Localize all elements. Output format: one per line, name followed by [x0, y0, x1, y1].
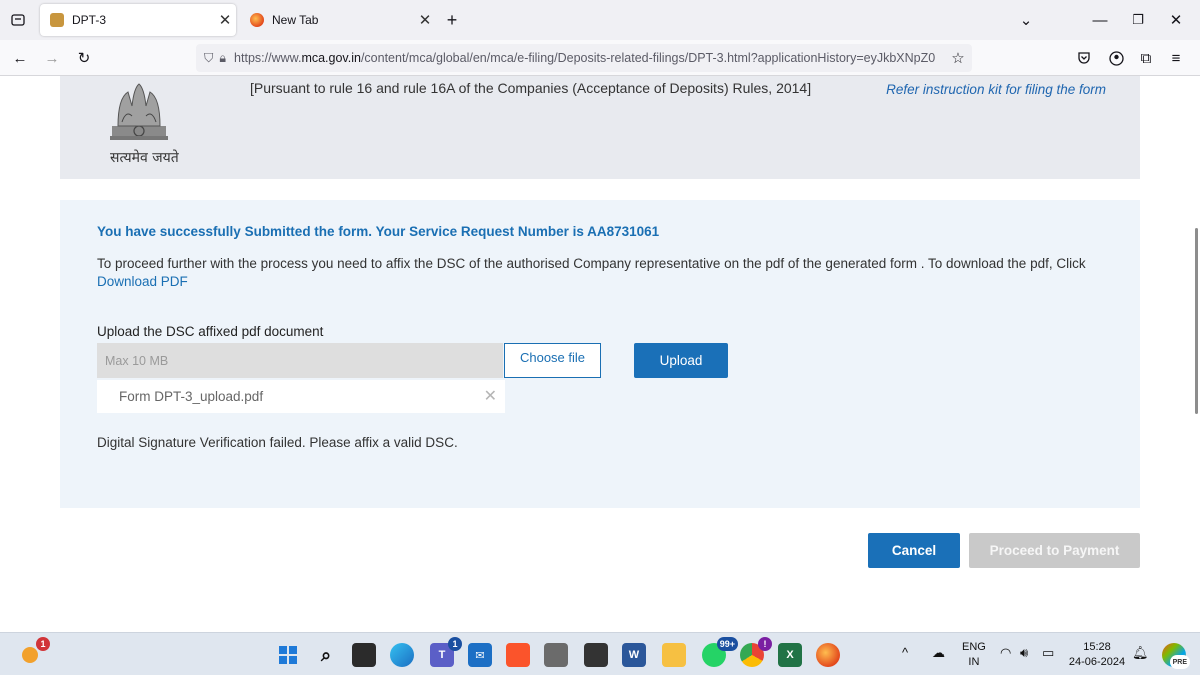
url-path: /content/mca/global/en/mca/e-filing/Depo… [360, 51, 936, 65]
battery-icon[interactable]: ▭ [1042, 645, 1054, 661]
time: 15:28 [1083, 641, 1111, 653]
minimize-icon[interactable]: — [1088, 8, 1112, 32]
form-rule-text: [Pursuant to rule 16 and rule 16A of the… [250, 80, 812, 96]
url-bar[interactable]: ⛉ 🔒︎ https://www. mca.gov.in/content/mca/… [196, 44, 972, 72]
extensions-icon[interactable]: ⧉ [1134, 46, 1158, 70]
tab-title: DPT-3 [72, 13, 107, 27]
tracking-shield-icon[interactable]: ⛉ [204, 51, 213, 66]
instruction-kit-link[interactable]: Refer instruction kit for filing the for… [886, 82, 1106, 97]
date: 24-06-2024 [1068, 656, 1126, 668]
submission-panel: You have successfully Submitted the form… [60, 200, 1140, 508]
success-message: You have successfully Submitted the form… [97, 224, 660, 239]
page-content: सत्यमेव जयते [Pursuant to rule 16 and ru… [0, 76, 1200, 632]
windows-start-icon[interactable] [276, 643, 300, 667]
pocket-icon[interactable] [1072, 46, 1096, 70]
volume-icon[interactable]: 🔊︎ [1020, 645, 1028, 661]
account-icon[interactable] [1104, 46, 1128, 70]
tab-list-icon[interactable] [6, 8, 30, 32]
download-pdf-link[interactable]: Download PDF [97, 274, 188, 289]
whatsapp-badge: 99+ [716, 637, 738, 651]
clock[interactable]: 15:28 24-06-2024 [1068, 641, 1126, 668]
back-arrow-icon[interactable]: ← [8, 46, 32, 70]
uploaded-file-name: Form DPT-3_upload.pdf [119, 389, 264, 404]
proceed-to-payment-button[interactable]: Proceed to Payment [969, 533, 1140, 568]
notification-bell-icon[interactable]: 🔔︎ [1132, 645, 1149, 661]
choose-file-button[interactable]: Choose file [504, 343, 601, 378]
upload-button[interactable]: Upload [634, 343, 728, 378]
windows-taskbar: 1 ⌕ T 1 ✉ W 99+ ! X ^ ☁ ENG IN ◠ 🔊︎ ▭ 15… [0, 632, 1200, 675]
sticky-notes-icon[interactable] [584, 643, 608, 667]
close-tab-icon[interactable]: ✕ [214, 11, 236, 29]
dsc-error-message: Digital Signature Verification failed. P… [97, 435, 458, 450]
excel-icon[interactable]: X [778, 643, 802, 667]
bookmark-star-icon[interactable]: ☆ [946, 46, 970, 70]
calculator-icon[interactable] [544, 643, 568, 667]
edge-browser-icon[interactable] [390, 643, 414, 667]
whatsapp-icon[interactable]: 99+ [702, 637, 738, 667]
firefox-icon[interactable] [816, 643, 840, 667]
tab-new-tab[interactable]: New Tab ✕ [240, 4, 436, 36]
forward-arrow-icon[interactable]: → [40, 46, 64, 70]
reload-icon[interactable]: ↻ [72, 46, 96, 70]
preview-badge: PRE [1169, 655, 1190, 669]
weather-badge: 1 [36, 637, 50, 651]
language-code: ENG [962, 641, 986, 653]
national-emblem-icon [104, 76, 174, 148]
form-header-panel: सत्यमेव जयते [Pursuant to rule 16 and ru… [60, 76, 1140, 179]
file-explorer-icon[interactable] [662, 643, 686, 667]
hidden-icons-chevron-icon[interactable]: ^ [902, 645, 908, 660]
language-indicator[interactable]: ENG IN [962, 641, 986, 668]
restore-icon[interactable]: ❐ [1126, 8, 1150, 32]
proceed-instructions: To proceed further with the process you … [97, 255, 1097, 291]
emblem-favicon-icon [50, 13, 64, 27]
chrome-icon[interactable]: ! [740, 637, 772, 667]
proceed-text: To proceed further with the process you … [97, 256, 1086, 271]
weather-widget-icon[interactable]: 1 [18, 637, 50, 667]
browser-tab-bar: DPT-3 ✕ New Tab ✕ + ⌄ — ❐ ✕ [0, 0, 1200, 40]
copilot-icon[interactable]: PRE [1162, 643, 1190, 669]
cancel-button[interactable]: Cancel [868, 533, 960, 568]
url-prefix: https://www. [234, 51, 302, 65]
file-upload-input[interactable]: Max 10 MB [97, 343, 503, 378]
chrome-badge: ! [758, 637, 772, 651]
close-tab-icon[interactable]: ✕ [414, 11, 436, 29]
brave-browser-icon[interactable] [506, 643, 530, 667]
tab-title: New Tab [272, 13, 319, 27]
word-icon[interactable]: W [622, 643, 646, 667]
task-view-icon[interactable] [352, 643, 376, 667]
emblem-motto: सत्यमेव जयते [110, 150, 179, 166]
search-icon[interactable]: ⌕ [314, 643, 338, 667]
firefox-favicon-icon [250, 13, 264, 27]
new-tab-plus-icon[interactable]: + [440, 8, 464, 32]
uploaded-file-chip: Form DPT-3_upload.pdf ✕ [97, 380, 505, 413]
chevron-down-icon[interactable]: ⌄ [1014, 8, 1038, 32]
page-scrollbar[interactable] [1195, 228, 1198, 414]
wifi-icon[interactable]: ◠ [1000, 645, 1011, 661]
mail-icon[interactable]: ✉ [468, 643, 492, 667]
teams-badge: 1 [448, 637, 462, 651]
upload-label: Upload the DSC affixed pdf document [97, 324, 324, 339]
region-code: IN [968, 656, 980, 668]
close-window-icon[interactable]: ✕ [1164, 8, 1188, 32]
teams-icon[interactable]: T 1 [430, 637, 462, 667]
remove-file-icon[interactable]: ✕ [484, 386, 497, 406]
tab-dpt3[interactable]: DPT-3 ✕ [40, 4, 236, 36]
lock-icon[interactable]: 🔒︎ [219, 51, 226, 66]
menu-hamburger-icon[interactable]: ≡ [1164, 46, 1188, 70]
browser-nav-bar: ← → ↻ ⛉ 🔒︎ https://www. mca.gov.in/conten… [0, 40, 1200, 76]
onedrive-cloud-icon[interactable]: ☁ [932, 645, 945, 661]
url-domain: mca.gov.in [301, 51, 361, 65]
